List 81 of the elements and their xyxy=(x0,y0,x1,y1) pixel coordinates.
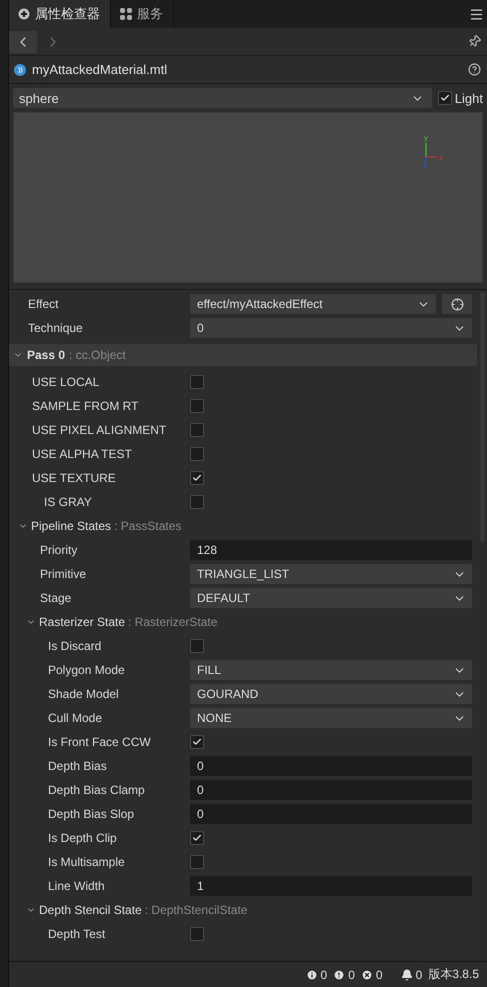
property-label: Is Depth Clip xyxy=(47,831,118,845)
input-field[interactable]: 128 xyxy=(190,540,472,560)
locate-button[interactable] xyxy=(442,294,472,314)
crosshair-icon xyxy=(450,298,464,310)
property-label: Cull Mode xyxy=(47,711,104,725)
dropdown[interactable]: DEFAULT xyxy=(190,588,472,608)
checkbox[interactable] xyxy=(190,423,204,437)
dropdown[interactable]: NONE xyxy=(190,708,472,728)
input-field[interactable]: 0 xyxy=(190,804,472,824)
property-label: Primitive xyxy=(39,567,88,581)
checkbox[interactable] xyxy=(190,735,204,749)
mesh-dropdown[interactable]: sphere xyxy=(13,88,432,108)
material-icon xyxy=(14,64,26,76)
property-label: Effect xyxy=(27,297,60,311)
checkbox[interactable] xyxy=(190,927,204,941)
status-count: 0 xyxy=(416,968,422,982)
status-count: 0 xyxy=(320,968,328,982)
property-label: USE TEXTURE xyxy=(31,471,117,485)
warning-icon xyxy=(333,968,346,980)
dropdown[interactable]: effect/myAttackedEffect xyxy=(190,294,436,314)
property-label: Is Multisample xyxy=(47,855,126,869)
dropdown[interactable]: GOURAND xyxy=(190,684,472,704)
menu-icon[interactable] xyxy=(468,6,484,22)
input-field[interactable]: 0 xyxy=(190,756,472,776)
property-label: Depth Bias Clamp xyxy=(47,783,146,797)
dropdown[interactable]: TRIANGLE_LIST xyxy=(190,564,472,584)
status-count: 0 xyxy=(376,968,383,982)
grid-icon xyxy=(120,8,132,20)
property-label: Line Width xyxy=(47,879,106,893)
property-label: Depth Bias Slop xyxy=(47,807,136,821)
dropdown[interactable]: 0 xyxy=(190,318,472,338)
info-icon xyxy=(306,968,318,980)
light-checkbox[interactable] xyxy=(438,91,452,105)
type-label: : RasterizerState xyxy=(128,615,218,629)
check-icon xyxy=(192,737,202,747)
light-label: Light xyxy=(454,90,483,106)
input-field[interactable]: 0 xyxy=(190,780,472,800)
status-count: 0 xyxy=(348,968,355,982)
input-field[interactable]: 1 xyxy=(190,876,472,896)
property-label: Polygon Mode xyxy=(47,663,126,677)
group-title[interactable]: Pipeline States xyxy=(31,519,112,533)
property-label: USE LOCAL xyxy=(31,375,100,389)
property-label: Technique xyxy=(27,321,84,335)
property-label: USE PIXEL ALIGNMENT xyxy=(31,423,168,437)
property-label: USE ALPHA TEST xyxy=(31,447,133,461)
checkbox[interactable] xyxy=(190,447,204,461)
bell-icon xyxy=(400,968,413,980)
inspector-icon xyxy=(18,8,30,20)
checkbox[interactable] xyxy=(190,375,204,389)
section-header[interactable]: Pass 0 : cc.Object xyxy=(9,344,477,366)
checkbox[interactable] xyxy=(190,831,204,845)
section-title: Pass 0 xyxy=(27,348,66,362)
property-label: Priority xyxy=(39,543,78,557)
property-label: Is Front Face CCW xyxy=(47,735,152,749)
check-icon xyxy=(440,93,450,103)
type-label: : DepthStencilState xyxy=(144,903,248,917)
group-title[interactable]: Depth Stencil State xyxy=(39,903,142,917)
property-label: SAMPLE FROM RT xyxy=(31,399,140,413)
type-label: : cc.Object xyxy=(69,348,126,362)
help-icon[interactable] xyxy=(468,63,481,76)
property-label: Depth Bias xyxy=(47,759,108,773)
error-icon xyxy=(360,968,373,980)
checkbox[interactable] xyxy=(190,495,204,509)
property-label: Is Discard xyxy=(47,639,102,653)
checkbox[interactable] xyxy=(190,855,204,869)
property-label: IS GRAY xyxy=(43,495,93,509)
dropdown[interactable]: FILL xyxy=(190,660,472,680)
group-title[interactable]: Rasterizer State xyxy=(39,615,126,629)
version-label: 版本3.8.5 xyxy=(428,966,479,983)
checkbox[interactable] xyxy=(190,639,204,653)
asset-name: myAttackedMaterial.mtl xyxy=(32,62,168,77)
property-label: Depth Test xyxy=(47,927,106,941)
panel-tab[interactable]: 属性检查器 xyxy=(9,0,111,28)
type-label: : PassStates xyxy=(114,519,182,533)
check-icon xyxy=(192,473,202,483)
checkbox[interactable] xyxy=(190,471,204,485)
property-label: Stage xyxy=(39,591,72,605)
checkbox[interactable] xyxy=(190,399,204,413)
property-label: Shade Model xyxy=(47,687,120,701)
check-icon xyxy=(192,833,202,843)
back-button[interactable] xyxy=(9,30,37,52)
